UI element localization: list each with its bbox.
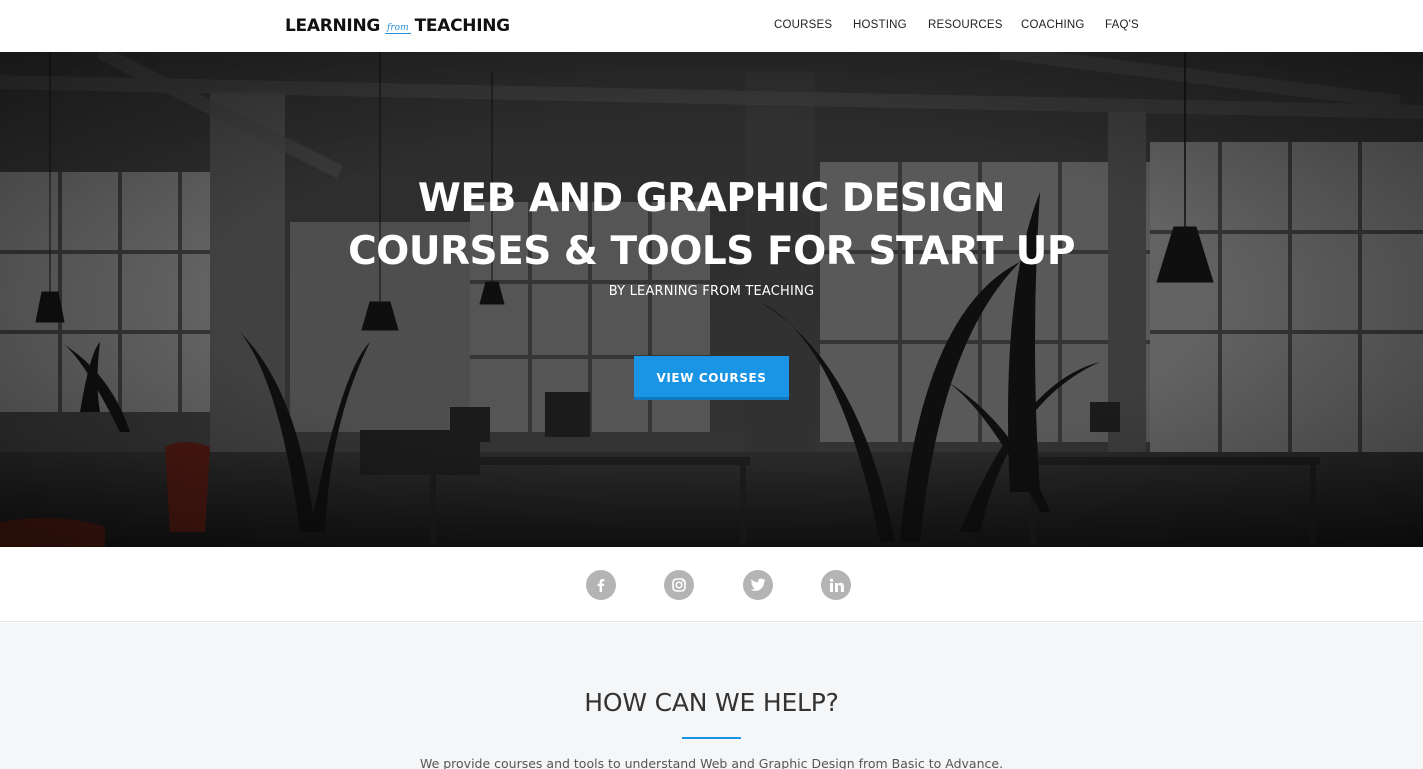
nav-faqs[interactable]: FAQ'S bbox=[1105, 19, 1139, 31]
help-description: We provide courses and tools to understa… bbox=[419, 756, 1004, 769]
hero-section: WEB AND GRAPHIC DESIGN COURSES & TOOLS F… bbox=[0, 52, 1423, 547]
facebook-link[interactable] bbox=[586, 570, 616, 600]
hero-background-image bbox=[0, 52, 1423, 547]
twitter-icon bbox=[750, 578, 766, 591]
main-nav: COURSES HOSTING RESOURCES COACHING FAQ'S bbox=[0, 19, 1423, 35]
nav-coaching[interactable]: COACHING bbox=[1021, 19, 1085, 31]
hero-title: WEB AND GRAPHIC DESIGN COURSES & TOOLS F… bbox=[0, 172, 1423, 278]
hero-subtitle: BY LEARNING FROM TEACHING bbox=[608, 284, 815, 299]
hero-title-line-1: WEB AND GRAPHIC DESIGN bbox=[417, 176, 1006, 221]
view-courses-button[interactable]: VIEW COURSES bbox=[634, 356, 789, 400]
heading-underline bbox=[682, 737, 741, 739]
help-heading: HOW CAN WE HELP? bbox=[584, 688, 839, 717]
nav-hosting[interactable]: HOSTING bbox=[853, 19, 907, 31]
site-header: LEARNING from TEACHING COURSES HOSTING R… bbox=[0, 0, 1423, 52]
instagram-icon bbox=[672, 578, 686, 592]
help-section: HOW CAN WE HELP? We provide courses and … bbox=[0, 623, 1423, 769]
linkedin-link[interactable] bbox=[821, 570, 851, 600]
twitter-link[interactable] bbox=[743, 570, 773, 600]
facebook-icon bbox=[597, 579, 605, 592]
nav-courses[interactable]: COURSES bbox=[774, 19, 832, 31]
linkedin-icon bbox=[829, 578, 844, 592]
nav-resources[interactable]: RESOURCES bbox=[928, 19, 1003, 31]
instagram-link[interactable] bbox=[664, 570, 694, 600]
social-links-bar bbox=[0, 547, 1423, 622]
hero-title-line-2: COURSES & TOOLS FOR START UP bbox=[348, 229, 1075, 274]
